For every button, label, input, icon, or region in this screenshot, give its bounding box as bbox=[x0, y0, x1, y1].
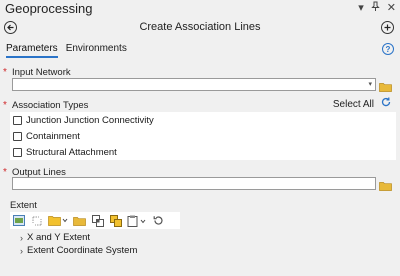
pane-title: Geoprocessing bbox=[5, 1, 93, 16]
tab-environments[interactable]: Environments bbox=[66, 43, 127, 58]
required-marker: * bbox=[3, 100, 7, 111]
reset-extent-icon[interactable] bbox=[152, 215, 165, 227]
map-extent-icon[interactable] bbox=[12, 215, 25, 227]
expander-label: Extent Coordinate System bbox=[27, 245, 138, 256]
chevron-right-icon: › bbox=[20, 245, 23, 256]
checkbox[interactable] bbox=[13, 147, 22, 157]
list-item[interactable]: Junction Junction Connectivity bbox=[10, 112, 396, 128]
refresh-icon[interactable] bbox=[380, 96, 392, 111]
folder-icon[interactable] bbox=[379, 178, 392, 196]
x-and-y-extent-expander[interactable]: › X and Y Extent bbox=[20, 232, 90, 243]
list-item[interactable]: Containment bbox=[10, 128, 396, 144]
pane-title-controls: ▾ ✕ bbox=[358, 1, 396, 15]
draw-extent-icon[interactable] bbox=[30, 215, 43, 227]
close-icon[interactable]: ✕ bbox=[387, 1, 396, 15]
tab-bar: Parameters Environments bbox=[6, 43, 127, 58]
extent-coordinate-system-expander[interactable]: › Extent Coordinate System bbox=[20, 245, 137, 256]
association-types-label: Association Types bbox=[12, 100, 89, 111]
pin-icon[interactable] bbox=[371, 1, 380, 15]
chevron-down-icon: ▾ bbox=[368, 81, 372, 88]
association-types-list: Junction Junction Connectivity Containme… bbox=[10, 112, 396, 160]
intersection-extent-icon[interactable] bbox=[91, 214, 104, 227]
help-icon[interactable]: ? bbox=[382, 43, 394, 55]
checkbox-label: Containment bbox=[26, 130, 80, 142]
required-marker: * bbox=[3, 167, 7, 178]
union-extent-icon[interactable] bbox=[109, 214, 122, 227]
add-icon[interactable] bbox=[381, 21, 394, 34]
folder-icon[interactable] bbox=[379, 79, 392, 97]
input-network-label: Input Network bbox=[12, 67, 71, 78]
extent-label: Extent bbox=[10, 200, 37, 211]
paste-extent-dropdown-icon[interactable] bbox=[127, 215, 147, 227]
checkbox[interactable] bbox=[13, 115, 22, 125]
tool-title: Create Association Lines bbox=[139, 21, 261, 33]
list-item[interactable]: Structural Attachment bbox=[10, 144, 396, 160]
tab-parameters[interactable]: Parameters bbox=[6, 43, 58, 58]
extent-toolbar bbox=[10, 212, 180, 229]
pane-options-chevron-icon[interactable]: ▾ bbox=[358, 1, 364, 15]
checkbox-label: Junction Junction Connectivity bbox=[26, 114, 154, 126]
layer-extent-dropdown-icon[interactable] bbox=[48, 215, 68, 227]
input-network-dropdown[interactable]: ▾ bbox=[12, 78, 376, 91]
checkbox-label: Structural Attachment bbox=[26, 146, 117, 158]
expander-label: X and Y Extent bbox=[27, 232, 91, 243]
browse-folder-icon[interactable] bbox=[73, 215, 86, 227]
select-all-link[interactable]: Select All bbox=[333, 99, 374, 110]
checkbox[interactable] bbox=[13, 131, 22, 141]
output-lines-input[interactable] bbox=[12, 177, 376, 190]
chevron-right-icon: › bbox=[20, 232, 23, 243]
required-marker: * bbox=[3, 67, 7, 78]
